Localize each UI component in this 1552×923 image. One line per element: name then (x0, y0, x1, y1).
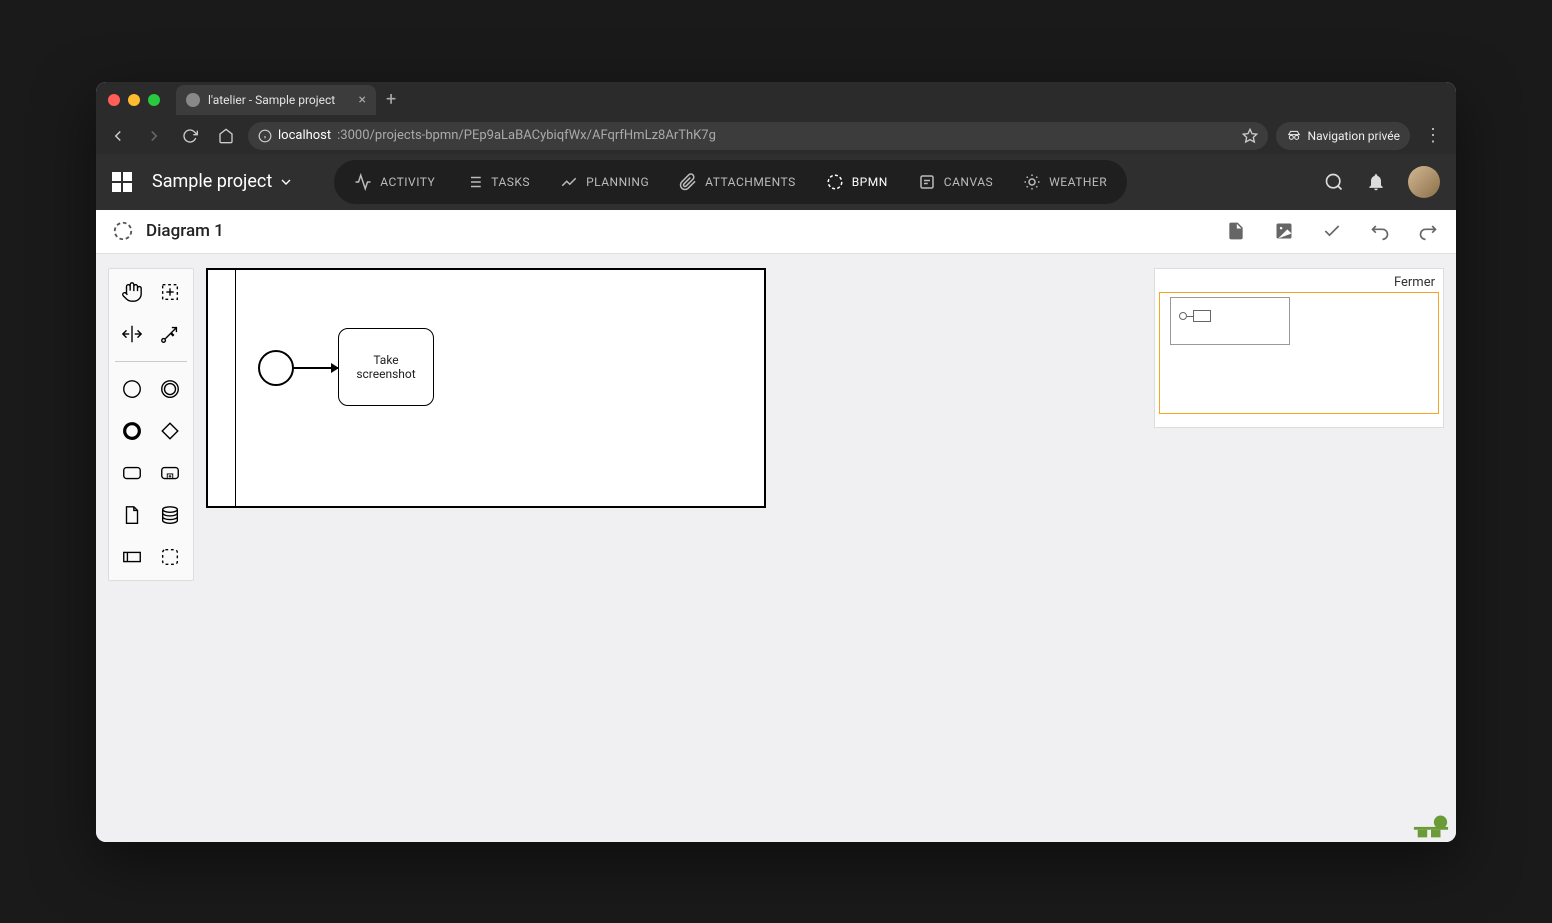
incognito-icon (1286, 128, 1302, 144)
sequence-flow[interactable] (294, 367, 338, 369)
tab-favicon-icon (186, 93, 200, 107)
window-controls (108, 94, 160, 106)
incognito-label: Navigation privée (1308, 129, 1400, 143)
tab-tasks[interactable]: TASKS (451, 164, 544, 200)
note-icon (918, 173, 936, 191)
bpmn-io-logo-icon[interactable] (1412, 810, 1450, 840)
new-tab-button[interactable]: + (386, 89, 396, 110)
activity-icon (354, 173, 372, 191)
minimap-close-button[interactable]: Fermer (1159, 273, 1439, 292)
tab-label: PLANNING (586, 175, 649, 189)
task-label: Take screenshot (343, 353, 429, 381)
data-object-tool[interactable] (115, 498, 149, 532)
tab-attachments[interactable]: ATTACHMENTS (665, 164, 810, 200)
space-tool[interactable] (115, 317, 149, 351)
tab-label: WEATHER (1049, 175, 1107, 189)
participant-tool[interactable] (115, 540, 149, 574)
address-bar[interactable]: localhost :3000/projects-bpmn/PEp9aLaBACy… (248, 122, 1268, 150)
url-path: :3000/projects-bpmn/PEp9aLaBACybiqfWx/AF… (337, 128, 716, 143)
tab-title: l'atelier - Sample project (208, 93, 335, 107)
url-host: localhost (278, 128, 331, 143)
bpmn-icon (826, 173, 844, 191)
project-name: Sample project (152, 171, 272, 192)
tab-canvas[interactable]: CANVAS (904, 164, 1007, 200)
project-selector[interactable]: Sample project (152, 171, 294, 192)
minimap-content (1170, 297, 1290, 345)
bpmn-task[interactable]: Take screenshot (338, 328, 434, 406)
tab-label: ATTACHMENTS (705, 175, 796, 189)
tab-bpmn[interactable]: BPMN (812, 164, 902, 200)
browser-window: l'atelier - Sample project × + localhost… (96, 82, 1456, 842)
lasso-tool[interactable] (153, 275, 187, 309)
global-connect-tool[interactable] (153, 317, 187, 351)
info-icon (258, 129, 272, 143)
minimap-viewport[interactable] (1159, 292, 1439, 414)
tab-activity[interactable]: ACTIVITY (340, 164, 449, 200)
browser-toolbar: localhost :3000/projects-bpmn/PEp9aLaBACy… (96, 118, 1456, 154)
bpmn-pool[interactable]: Take screenshot (206, 268, 766, 508)
search-icon[interactable] (1324, 172, 1344, 192)
diagram-icon (112, 220, 134, 242)
back-button[interactable] (104, 122, 132, 150)
minimize-window-button[interactable] (128, 94, 140, 106)
undo-icon[interactable] (1368, 219, 1392, 243)
forward-button[interactable] (140, 122, 168, 150)
tab-label: TASKS (491, 175, 530, 189)
tab-weather[interactable]: WEATHER (1009, 164, 1121, 200)
gateway-tool[interactable] (153, 414, 187, 448)
incognito-badge: Navigation privée (1276, 122, 1410, 150)
tab-label: CANVAS (944, 175, 993, 189)
image-icon[interactable] (1272, 219, 1296, 243)
browser-titlebar: l'atelier - Sample project × + (96, 82, 1456, 118)
attachment-icon (679, 173, 697, 191)
tab-label: BPMN (852, 175, 888, 189)
diagram-toolbar: Diagram 1 (96, 210, 1456, 254)
user-avatar[interactable] (1408, 166, 1440, 198)
pool-header[interactable] (208, 270, 236, 506)
app-header: Sample project ACTIVITY TASKS PLANNING A… (96, 154, 1456, 210)
tool-palette (108, 268, 194, 581)
nav-tabs: ACTIVITY TASKS PLANNING ATTACHMENTS BPMN… (334, 160, 1127, 204)
minimap: Fermer (1154, 268, 1444, 428)
browser-tab[interactable]: l'atelier - Sample project × (176, 85, 376, 115)
check-icon[interactable] (1320, 219, 1344, 243)
maximize-window-button[interactable] (148, 94, 160, 106)
timeline-icon (560, 173, 578, 191)
task-tool[interactable] (115, 456, 149, 490)
header-actions (1324, 166, 1440, 198)
data-store-tool[interactable] (153, 498, 187, 532)
close-tab-icon[interactable]: × (359, 92, 366, 108)
hand-tool[interactable] (115, 275, 149, 309)
bookmark-icon[interactable] (1242, 128, 1258, 144)
end-event-tool[interactable] (115, 414, 149, 448)
redo-icon[interactable] (1416, 219, 1440, 243)
chevron-down-icon (278, 174, 294, 190)
reload-button[interactable] (176, 122, 204, 150)
home-button[interactable] (212, 122, 240, 150)
start-event-tool[interactable] (115, 372, 149, 406)
tab-label: ACTIVITY (380, 175, 435, 189)
group-tool[interactable] (153, 540, 187, 574)
apps-icon[interactable] (112, 172, 132, 192)
start-event[interactable] (258, 350, 294, 386)
new-file-icon[interactable] (1224, 219, 1248, 243)
weather-icon (1023, 173, 1041, 191)
tab-planning[interactable]: PLANNING (546, 164, 663, 200)
intermediate-event-tool[interactable] (153, 372, 187, 406)
subprocess-tool[interactable] (153, 456, 187, 490)
browser-menu-button[interactable]: ⋮ (1418, 125, 1448, 146)
close-window-button[interactable] (108, 94, 120, 106)
canvas-area[interactable]: Take screenshot Fermer (96, 254, 1456, 842)
list-icon (465, 173, 483, 191)
diagram-title: Diagram 1 (146, 221, 224, 241)
notifications-icon[interactable] (1366, 172, 1386, 192)
